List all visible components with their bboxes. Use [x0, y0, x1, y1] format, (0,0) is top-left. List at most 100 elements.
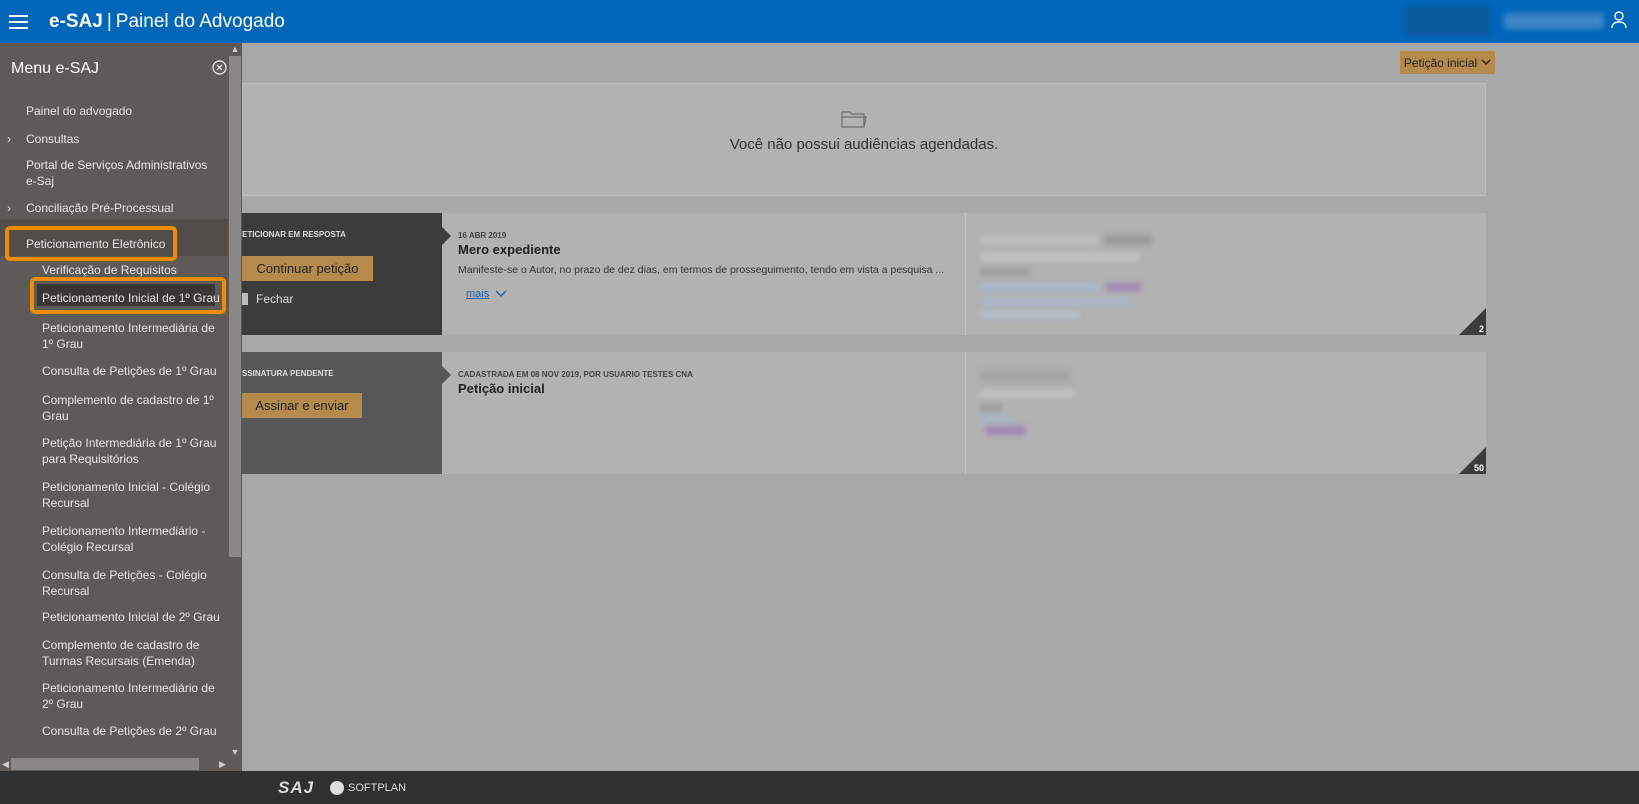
redacted-text: [986, 426, 1026, 435]
menu-item-inicial-2-grau[interactable]: Peticionamento Inicial de 2º Grau: [42, 609, 228, 625]
card-status-panel: ETICIONAR EM RESPOSTA Continuar petição …: [242, 213, 451, 335]
menu-item-painel[interactable]: Painel do advogado: [26, 103, 226, 119]
footer: SAJ SOFTPLAN: [0, 771, 1639, 804]
menu-item-intermediario-colegio[interactable]: Peticionamento Intermediário - Colégio R…: [42, 523, 212, 555]
card-process-info: 2: [966, 213, 1486, 335]
peticao-pendente-card: SSINATURA PENDENTE Assinar e enviar CADA…: [242, 352, 1486, 474]
status-label: SSINATURA PENDENTE: [242, 369, 334, 378]
menu-item-complemento-turmas[interactable]: Complemento de cadastro de Turmas Recurs…: [42, 637, 207, 669]
mais-label: mais: [466, 288, 490, 300]
card-details: 16 ABR 2019 Mero expediente Manifeste-se…: [442, 213, 965, 335]
menu-item-intermediaria-1-grau[interactable]: Peticionamento Intermediária de 1º Grau: [42, 320, 228, 352]
side-menu: Menu e-SAJ Painel do advogado › Consultas…: [0, 43, 242, 771]
menu-item-intermediario-2-grau[interactable]: Peticionamento Intermediário de 2º Grau: [42, 680, 228, 712]
scroll-right-icon[interactable]: ▶: [217, 757, 228, 771]
menu-item-label: Peticionamento Intermediário de 2º Grau: [42, 681, 215, 711]
peticao-inicial-dropdown[interactable]: Petição inicial: [1400, 51, 1495, 74]
scroll-up-icon[interactable]: ▲: [228, 43, 242, 56]
brand-separator: |: [106, 11, 112, 32]
mais-link[interactable]: mais: [466, 288, 507, 300]
redacted-text: [980, 268, 1030, 276]
menu-item-label: Peticionamento Inicial - Colégio Recursa…: [42, 480, 211, 510]
redacted-text: [980, 235, 1098, 245]
card-date: CADASTRADA EM 08 NOV 2019, POR USUARIO T…: [458, 370, 693, 379]
menu-item-consultas[interactable]: › Consultas: [7, 131, 226, 147]
user-icon[interactable]: [1611, 11, 1627, 29]
menu-item-consulta-1-grau[interactable]: Consulta de Petições de 1º Grau: [42, 363, 228, 379]
menu-item-inicial-1-grau[interactable]: Peticionamento Inicial de 1º Grau: [42, 290, 228, 306]
menu-item-label: Portal de Serviços Administrativos e-Saj: [26, 158, 208, 188]
redacted-text: [1106, 283, 1141, 291]
redacted-text: [980, 370, 1070, 382]
menu-item-complemento-1-grau[interactable]: Complemento de cadastro de 1º Grau: [42, 392, 217, 424]
chevron-down-icon: [495, 290, 507, 297]
redacted-text: [980, 416, 1010, 424]
menu-item-label: Consultas: [26, 132, 80, 146]
scrollbar-thumb[interactable]: [11, 758, 199, 770]
menu-item-label: Verificação de Requisitos: [42, 263, 177, 277]
card-date: 16 ABR 2019: [458, 231, 507, 240]
softplan-logo: SOFTPLAN: [330, 781, 406, 795]
softplan-mark-icon: [330, 781, 344, 795]
menu-item-peticionamento-eletronico[interactable]: Peticionamento Eletrônico: [26, 236, 226, 252]
scroll-left-icon[interactable]: ◀: [0, 757, 11, 771]
menu-item-label: Consulta de Petições - Colégio Recursal: [42, 568, 207, 598]
card-title: Mero expediente: [458, 242, 561, 257]
card-description: Manifeste-se o Autor, no prazo de dez di…: [458, 264, 945, 276]
menu-item-label: Peticionamento Inicial de 1º Grau: [42, 291, 220, 305]
card-status-panel: SSINATURA PENDENTE Assinar e enviar: [242, 352, 451, 474]
sidebar-horizontal-scrollbar[interactable]: ◀ ▶: [0, 757, 228, 771]
card-title: Petição inicial: [458, 381, 545, 396]
no-audiencias-message: Você não possui audiências agendadas.: [729, 136, 999, 153]
chevron-right-icon: ›: [7, 132, 11, 146]
redacted-text: [980, 253, 1140, 261]
menu-item-consulta-2-grau[interactable]: Consulta de Petições de 2º Grau: [42, 723, 228, 739]
page-subtitle: Painel do Advogado: [115, 11, 285, 32]
attachments-count: 50: [1473, 463, 1484, 473]
menu-item-portal-servicos[interactable]: Portal de Serviços Administrativos e-Saj: [26, 157, 211, 189]
scroll-down-icon[interactable]: ▼: [228, 746, 242, 759]
fechar-label: Fechar: [256, 292, 294, 306]
sidebar-vertical-scrollbar[interactable]: ▲ ▼: [228, 43, 242, 759]
redacted-block: [1406, 6, 1490, 36]
redacted-text: [980, 297, 1130, 305]
continuar-peticao-button[interactable]: Continuar petição: [242, 256, 373, 281]
menu-item-label: Peticionamento Intermediário - Colégio R…: [42, 524, 206, 554]
folder-icon: [841, 111, 867, 128]
menu-item-conciliacao[interactable]: › Conciliação Pré-Processual: [7, 200, 226, 216]
side-menu-list: Menu e-SAJ Painel do advogado › Consultas…: [0, 43, 228, 759]
menu-item-label: Consulta de Petições de 1º Grau: [42, 364, 217, 378]
chevron-right-icon: ›: [7, 201, 11, 215]
menu-item-label: Consulta de Petições de 2º Grau: [42, 724, 217, 738]
softplan-logo-text: SOFTPLAN: [348, 782, 407, 794]
redacted-text: [980, 390, 1075, 398]
redacted-text: [980, 311, 1080, 319]
hamburger-icon[interactable]: [0, 0, 37, 43]
audiencias-panel: Você não possui audiências agendadas.: [242, 83, 1486, 196]
card-process-info: 50: [966, 352, 1486, 474]
menu-item-label: Petição Intermediária de 1º Grau para Re…: [42, 436, 217, 466]
menu-item-label: Painel do advogado: [26, 104, 133, 118]
brand-name: e-SAJ: [49, 11, 103, 32]
card-details: CADASTRADA EM 08 NOV 2019, POR USUARIO T…: [442, 352, 965, 474]
menu-item-inicial-colegio[interactable]: Peticionamento Inicial - Colégio Recursa…: [42, 479, 217, 511]
assinar-enviar-button[interactable]: Assinar e enviar: [242, 393, 362, 418]
peticao-inicial-label: Petição inicial: [1403, 55, 1478, 70]
chevron-down-icon: [1481, 59, 1491, 65]
redacted-text: [980, 404, 1002, 412]
menu-item-label: Peticionamento Eletrônico: [26, 237, 166, 251]
close-icon[interactable]: [212, 60, 227, 75]
menu-item-consulta-colegio[interactable]: Consulta de Petições - Colégio Recursal: [42, 567, 212, 599]
menu-item-label: Complemento de cadastro de Turmas Recurs…: [42, 638, 200, 668]
scrollbar-thumb[interactable]: [229, 56, 241, 557]
menu-item-intermediaria-requisitorios[interactable]: Petição Intermediária de 1º Grau para Re…: [42, 435, 217, 467]
redacted-text: [980, 283, 1100, 291]
fechar-button[interactable]: Fechar: [242, 292, 293, 306]
attachments-count-badge[interactable]: 50: [1459, 447, 1486, 474]
redacted-text: [1104, 235, 1152, 245]
app-title: e-SAJ | Painel do Advogado: [49, 11, 285, 33]
attachments-count-badge[interactable]: 2: [1459, 308, 1486, 335]
menu-item-label: Peticionamento Intermediária de 1º Grau: [42, 321, 215, 351]
menu-item-label: Complemento de cadastro de 1º Grau: [42, 393, 214, 423]
menu-item-verificacao-requisitos[interactable]: Verificação de Requisitos: [42, 262, 228, 278]
